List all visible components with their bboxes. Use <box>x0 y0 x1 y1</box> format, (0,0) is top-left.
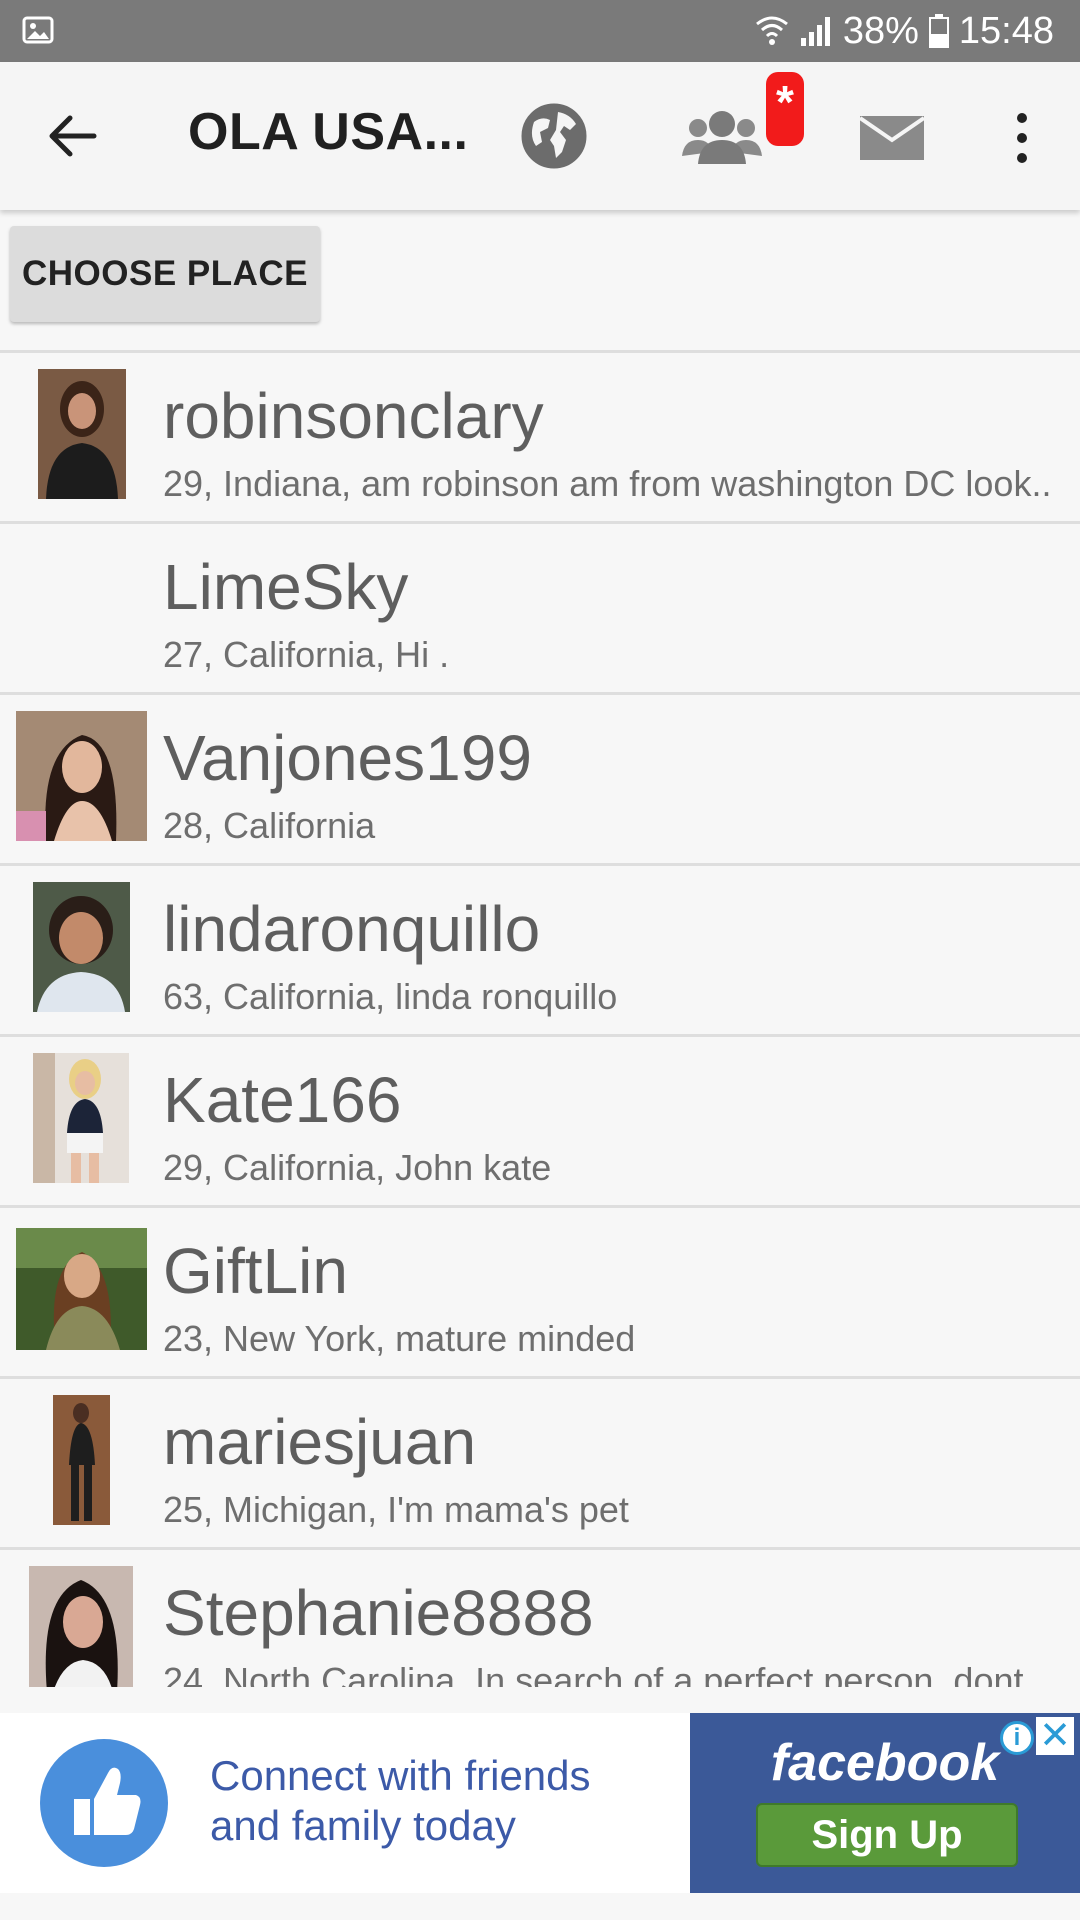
user-details: 27, California, Hi . <box>163 634 450 675</box>
battery-icon <box>928 14 949 48</box>
clock: 15:48 <box>958 9 1054 52</box>
sign-up-button[interactable]: Sign Up <box>756 1803 1018 1867</box>
user-row[interactable]: GiftLin 23, New York, mature minded <box>0 1208 1080 1379</box>
user-photo <box>16 1228 147 1350</box>
app-bar: OLA USA... * <box>0 62 1080 210</box>
user-row[interactable]: Stephanie8888 24, North Carolina, In sea… <box>0 1550 1080 1687</box>
user-row[interactable]: lindaronquillo 63, California, linda ron… <box>0 866 1080 1037</box>
ad-info-icon[interactable]: i <box>1000 1721 1034 1755</box>
wifi-icon <box>755 16 788 45</box>
user-details: 28, California <box>163 805 376 846</box>
choose-place-button[interactable]: CHOOSE PLACE <box>10 226 320 322</box>
people-icon[interactable] <box>682 106 762 166</box>
thumbs-up-icon <box>40 1739 168 1867</box>
page-title: OLA USA... <box>188 103 469 161</box>
user-photo <box>38 369 126 499</box>
ad-text-line1: Connect with friends <box>210 1752 591 1799</box>
bottom-strip <box>0 1893 1080 1920</box>
user-row[interactable]: mariesjuan 25, Michigan, I'm mama's pet <box>0 1379 1080 1550</box>
signal-icon <box>800 17 830 46</box>
notification-badge: * <box>766 72 804 146</box>
user-name: robinsonclary <box>163 380 544 452</box>
back-arrow-icon[interactable] <box>44 108 100 164</box>
user-list[interactable]: robinsonclary 29, Indiana, am robinson a… <box>0 353 1080 1687</box>
gallery-notification-icon <box>22 16 54 44</box>
ad-text-line2: and family today <box>210 1802 516 1849</box>
user-name: Stephanie8888 <box>163 1577 594 1649</box>
user-name: LimeSky <box>163 551 409 623</box>
status-bar: 38% 15:48 <box>0 0 1080 62</box>
user-row[interactable]: Kate166 29, California, John kate <box>0 1037 1080 1208</box>
ad-text: Connect with friends and family today <box>210 1751 670 1851</box>
ad-close-icon[interactable]: ✕ <box>1036 1717 1074 1755</box>
user-photo <box>33 882 130 1012</box>
user-name: mariesjuan <box>163 1406 477 1478</box>
user-photo <box>16 711 147 841</box>
battery-percent: 38% <box>842 9 919 52</box>
ad-banner[interactable]: Connect with friends and family today fa… <box>0 1713 1080 1893</box>
user-photo <box>29 1566 133 1687</box>
user-details: 25, Michigan, I'm mama's pet <box>163 1489 629 1530</box>
globe-icon[interactable] <box>520 102 588 170</box>
user-details: 24, North Carolina, In search of a perfe… <box>163 1660 1024 1687</box>
user-name: Vanjones199 <box>163 722 532 794</box>
user-details: 29, California, John kate <box>163 1147 552 1188</box>
user-row[interactable]: Vanjones199 28, California <box>0 695 1080 866</box>
user-name: Kate166 <box>163 1064 402 1136</box>
user-photo <box>53 1395 110 1525</box>
user-row[interactable]: robinsonclary 29, Indiana, am robinson a… <box>0 353 1080 524</box>
mail-icon[interactable] <box>860 116 924 160</box>
overflow-menu-icon[interactable] <box>1006 110 1038 166</box>
user-name: lindaronquillo <box>163 893 541 965</box>
user-name: GiftLin <box>163 1235 348 1307</box>
user-row[interactable]: LimeSky 27, California, Hi . <box>0 524 1080 695</box>
user-photo <box>33 1053 129 1183</box>
status-indicators: 38% 15:48 <box>755 0 1054 62</box>
user-details: 29, Indiana, am robinson am from washing… <box>163 463 1052 504</box>
user-details: 23, New York, mature minded <box>163 1318 636 1359</box>
user-details: 63, California, linda ronquillo <box>163 976 618 1017</box>
